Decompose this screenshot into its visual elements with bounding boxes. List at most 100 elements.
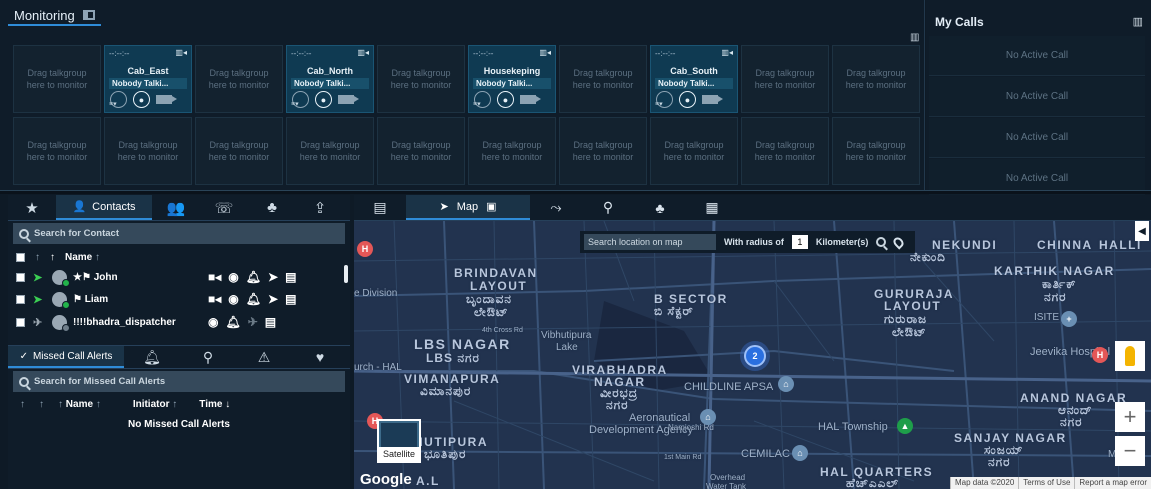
tab-monitoring[interactable]: Monitoring [8,6,101,26]
zoom-out-button[interactable]: − [1115,436,1145,466]
satellite-toggle-button[interactable]: Satellite [377,419,421,463]
empty-monitor-slot[interactable]: Drag talkgroup here to monitor [377,117,465,185]
empty-monitor-slot[interactable]: Drag talkgroup here to monitor [741,45,829,113]
tab-messages-icon[interactable]: ▤ [354,195,406,220]
park-marker-icon[interactable]: ▲ [897,418,913,434]
locate-icon[interactable]: ➤ [268,270,278,284]
ptt-icon[interactable]: ◉ [228,270,238,284]
empty-monitor-slot[interactable]: Drag talkgroup here to monitor [195,45,283,113]
radius-input[interactable]: 1 [791,235,808,249]
select-all-checkbox[interactable] [16,252,25,262]
row-checkbox[interactable] [16,317,25,327]
tab-dispatch-icon[interactable]: ☏ [200,195,248,220]
video-icon[interactable] [338,95,359,104]
tab-route-icon[interactable]: ⤳ [530,195,582,220]
tab-upload-icon[interactable]: ⇪ [296,195,344,220]
talkgroup-tile-cab-east[interactable]: --:--:-- ▥◂ Cab_East Nobody Talki... ● ≡… [104,45,192,113]
contact-search-input[interactable]: Search for Contact [13,223,345,244]
video-icon[interactable] [156,95,177,104]
alerts-search-input[interactable]: Search for Missed Call Alerts [13,371,345,392]
message-icon[interactable]: ▤ [285,292,296,306]
map-view[interactable]: BRINDAVAN LAYOUT ಬೃಂದಾವನ ಲೇಔಟ್ B SECTOR … [354,221,1151,489]
more-menu-icon[interactable]: ≡▾ [473,99,481,111]
empty-monitor-slot[interactable]: Drag talkgroup here to monitor [832,45,920,113]
sort-arrow-icon[interactable]: ↑ [20,399,25,410]
tile-options-icon[interactable]: ▥◂ [721,47,733,59]
tab-alerts-bell-icon[interactable]: 🔔︎ [124,346,180,368]
time-column-header[interactable]: Time ↓ [199,399,230,410]
ptt-mic-button[interactable]: ● [133,91,150,108]
alert-bell-icon[interactable]: 🔔︎ [246,270,261,284]
hospital-marker-icon[interactable]: H [1092,347,1108,363]
tab-video-icon[interactable]: ▦ [686,195,738,220]
popout-icon[interactable]: ▣ [486,200,496,213]
tab-contacts[interactable]: 👤 Contacts [56,195,152,220]
video-icon[interactable] [702,95,723,104]
popout-icon[interactable] [82,10,95,20]
talkgroup-tile-cab-north[interactable]: --:--:-- ▥◂ Cab_North Nobody Talki... ● … [286,45,374,113]
row-checkbox[interactable] [16,294,25,304]
contact-row[interactable]: ➤ ★⚑ John ■◂ ◉ 🔔︎ ➤ ▤ [16,267,350,287]
ptt-mic-button[interactable]: ● [679,91,696,108]
tab-warning-icon[interactable]: ⚠ [236,346,292,368]
poi-marker-icon[interactable]: + [1061,311,1077,327]
tab-map[interactable]: ➤ Map ▣ [406,195,530,220]
name-column-header[interactable]: ↑ Name ↑ [58,399,101,410]
tab-groups-icon[interactable]: 👥 [152,195,200,220]
video-icon[interactable] [520,95,541,104]
video-call-icon[interactable]: ■◂ [208,270,221,284]
collapse-panel-button[interactable]: ◀ [1135,221,1149,241]
message-icon[interactable]: ▤ [265,315,276,329]
more-menu-icon[interactable]: ≡▾ [109,99,117,111]
empty-monitor-slot[interactable]: Drag talkgroup here to monitor [104,117,192,185]
tab-team-icon[interactable]: ♣ [634,195,686,220]
tab-health-icon[interactable]: ♥ [292,346,348,368]
empty-monitor-slot[interactable]: Drag talkgroup here to monitor [377,45,465,113]
more-menu-icon[interactable]: ≡▾ [655,99,663,111]
location-pin-icon[interactable] [891,234,907,250]
empty-monitor-slot[interactable]: Drag talkgroup here to monitor [286,117,374,185]
empty-monitor-slot[interactable]: Drag talkgroup here to monitor [13,45,101,113]
tile-options-icon[interactable]: ▥◂ [357,47,369,59]
cluster-marker[interactable]: 2 [744,345,766,367]
contact-row[interactable]: ➤ ⚑ Liam ■◂ ◉ 🔔︎ ➤ ▤ [16,289,350,309]
tab-missed-call-alerts[interactable]: ✓ Missed Call Alerts [8,346,124,368]
contact-row[interactable]: ✈ !!!!bhadra_dispatcher ◉ 🔔︎ ✈ ▤ [16,312,350,332]
street-view-pegman-icon[interactable] [1115,341,1145,371]
empty-monitor-slot[interactable]: Drag talkgroup here to monitor [468,117,556,185]
alert-bell-icon[interactable]: 🔔︎ [225,315,240,329]
name-column-header[interactable]: Name ↑ [65,252,100,263]
tab-favorites-star-icon[interactable]: ★ [8,195,56,220]
talkgroup-tile-cab-south[interactable]: --:--:-- ▥◂ Cab_South Nobody Talki... ● … [650,45,738,113]
empty-monitor-slot[interactable]: Drag talkgroup here to monitor [13,117,101,185]
tab-geofence-icon[interactable]: ⚲ [582,195,634,220]
location-search-input[interactable]: Search location on map [584,234,716,250]
initiator-column-header[interactable]: Initiator ↑ [133,399,177,410]
grid-layout-icon[interactable]: ▥ [910,32,919,43]
message-icon[interactable]: ▤ [285,270,296,284]
tab-team-icon[interactable]: ♣ [248,195,296,220]
tile-options-icon[interactable]: ▥◂ [539,47,551,59]
poi-marker-icon[interactable]: ⌂ [778,376,794,392]
zoom-in-button[interactable]: + [1115,402,1145,432]
locate-icon[interactable]: ➤ [268,292,278,306]
ptt-icon[interactable]: ◉ [228,292,238,306]
hospital-marker-icon[interactable]: H [357,241,373,257]
empty-monitor-slot[interactable]: Drag talkgroup here to monitor [650,117,738,185]
tab-location-icon[interactable]: ⚲ [180,346,236,368]
ptt-icon[interactable]: ◉ [208,315,218,329]
sort-arrow-icon[interactable]: ↑ [35,252,40,263]
tile-options-icon[interactable]: ▥◂ [175,47,187,59]
terms-link[interactable]: Terms of Use [1018,477,1074,489]
empty-monitor-slot[interactable]: Drag talkgroup here to monitor [832,117,920,185]
row-checkbox[interactable] [16,272,25,282]
ptt-mic-button[interactable]: ● [497,91,514,108]
sort-arrow-icon[interactable]: ↑ [39,399,44,410]
sort-arrow-icon[interactable]: ↑ [50,252,55,263]
panel-splitter[interactable] [0,190,1151,194]
poi-marker-icon[interactable]: ⌂ [700,409,716,425]
empty-monitor-slot[interactable]: Drag talkgroup here to monitor [195,117,283,185]
grid-layout-icon[interactable]: ▥ [1133,15,1143,28]
search-icon[interactable] [876,237,887,247]
more-menu-icon[interactable]: ≡▾ [291,99,299,111]
